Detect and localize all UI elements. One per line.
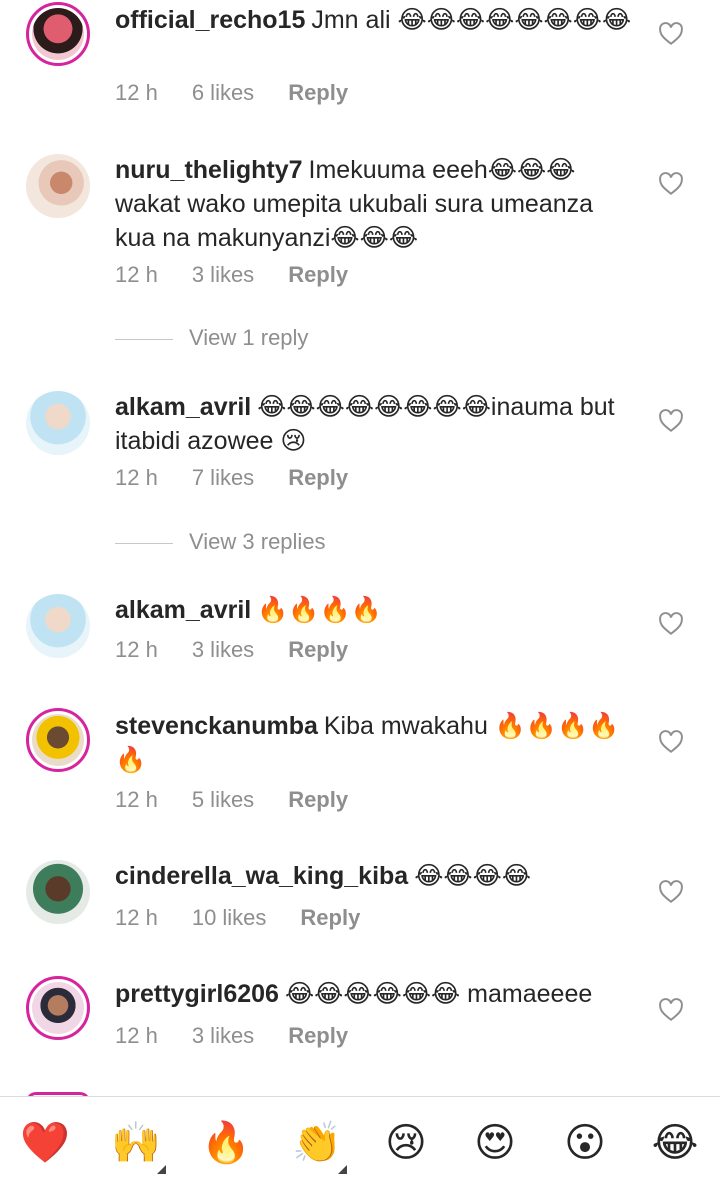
like-heart-icon[interactable] xyxy=(658,880,684,904)
heart-eyes-icon[interactable]: 😍 xyxy=(471,1119,519,1167)
comment-username[interactable]: nuru_thelighty7 xyxy=(115,156,303,184)
reply-button[interactable]: Reply xyxy=(288,465,348,490)
view-replies-label: View 3 replies xyxy=(189,529,326,554)
view-replies-button[interactable]: View 3 replies xyxy=(115,529,326,555)
comment-likes[interactable]: 3 likes xyxy=(192,262,254,287)
comment-username[interactable]: alkam_avril xyxy=(115,393,251,421)
comment-username[interactable]: prettygirl6206 xyxy=(115,980,279,1008)
like-heart-icon[interactable] xyxy=(658,730,684,754)
quick-reaction-bar: ❤️ 🙌 🔥 👏 😢 😍 😮 😂 xyxy=(0,1096,720,1184)
raising-hands-icon[interactable]: 🙌 xyxy=(111,1119,161,1167)
reply-button[interactable]: Reply xyxy=(288,637,348,662)
like-heart-icon[interactable] xyxy=(658,22,684,46)
comment-username[interactable]: cinderella_wa_king_kiba xyxy=(115,862,408,890)
comment-username[interactable]: official_recho15 xyxy=(115,6,305,34)
comment-time: 12 h xyxy=(115,80,158,105)
comment-time: 12 h xyxy=(115,905,158,930)
comment-username[interactable]: stevenckanumba xyxy=(115,712,318,740)
fire-icon[interactable]: 🔥 xyxy=(201,1119,251,1167)
reply-button[interactable]: Reply xyxy=(288,80,348,105)
avatar[interactable] xyxy=(26,594,90,658)
more-variants-indicator xyxy=(338,1165,347,1174)
clapping-hands-icon[interactable]: 👏 xyxy=(292,1119,342,1167)
comment-username[interactable]: alkam_avril xyxy=(115,596,251,624)
avatar[interactable] xyxy=(26,708,90,772)
tears-of-joy-icon[interactable]: 😂 xyxy=(651,1119,699,1167)
like-heart-icon[interactable] xyxy=(658,998,684,1022)
reply-button[interactable]: Reply xyxy=(288,262,348,287)
crying-face-icon[interactable]: 😢 xyxy=(382,1119,430,1167)
red-heart-icon[interactable]: ❤️ xyxy=(20,1119,70,1167)
comment-text: 🔥🔥🔥🔥 xyxy=(257,596,382,624)
comment-likes[interactable]: 3 likes xyxy=(192,637,254,662)
more-variants-indicator xyxy=(157,1165,166,1174)
surprised-face-icon[interactable]: 😮 xyxy=(561,1119,609,1167)
avatar[interactable] xyxy=(26,391,90,455)
comment-likes[interactable]: 10 likes xyxy=(192,905,267,930)
comment-time: 12 h xyxy=(115,465,158,490)
like-heart-icon[interactable] xyxy=(658,172,684,196)
reply-button[interactable]: Reply xyxy=(288,1023,348,1048)
avatar[interactable] xyxy=(26,154,90,218)
comment-time: 12 h xyxy=(115,1023,158,1048)
comment-likes[interactable]: 6 likes xyxy=(192,80,254,105)
comment-text: 😂😂😂😂 xyxy=(414,862,532,890)
comment-text: Jmn ali 😂😂😂😂😂😂😂😂 xyxy=(311,6,632,34)
reply-button[interactable]: Reply xyxy=(300,905,360,930)
like-heart-icon[interactable] xyxy=(658,612,684,636)
like-heart-icon[interactable] xyxy=(658,409,684,433)
avatar[interactable] xyxy=(26,976,90,1040)
view-replies-button[interactable]: View 1 reply xyxy=(115,325,308,351)
comment-likes[interactable]: 7 likes xyxy=(192,465,254,490)
avatar[interactable] xyxy=(26,860,90,924)
comment-likes[interactable]: 3 likes xyxy=(192,1023,254,1048)
comment-text: 😂😂😂😂😂😂 mamaeeee xyxy=(284,980,593,1008)
comment-time: 12 h xyxy=(115,262,158,287)
reply-button[interactable]: Reply xyxy=(288,787,348,812)
comment-time: 12 h xyxy=(115,637,158,662)
divider-line xyxy=(115,338,173,340)
view-replies-label: View 1 reply xyxy=(189,325,309,350)
avatar[interactable] xyxy=(26,2,90,66)
comment-time: 12 h xyxy=(115,787,158,812)
divider-line xyxy=(115,542,173,544)
comment-likes[interactable]: 5 likes xyxy=(192,787,254,812)
